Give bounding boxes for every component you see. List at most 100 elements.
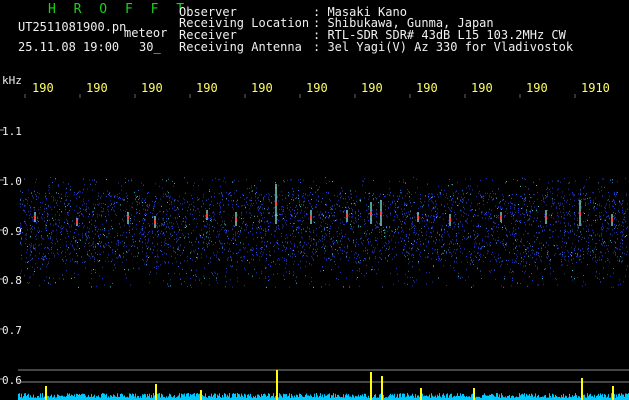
noise-pixel	[449, 208, 450, 210]
noise-pixel	[380, 193, 381, 195]
noise-pixel	[129, 215, 130, 217]
noise-pixel	[291, 215, 292, 217]
noise-pixel	[434, 216, 435, 217]
noise-pixel	[586, 225, 587, 227]
noise-pixel	[524, 256, 525, 257]
noise-pixel	[187, 256, 188, 258]
signal-bar	[294, 395, 295, 400]
noise-pixel	[420, 194, 421, 195]
noise-pixel	[355, 244, 356, 246]
noise-pixel	[609, 217, 610, 219]
noise-pixel	[593, 202, 594, 204]
noise-pixel	[219, 233, 220, 235]
noise-pixel	[531, 197, 532, 199]
noise-pixel	[457, 248, 458, 250]
noise-pixel	[438, 257, 439, 259]
signal-bar	[21, 393, 22, 400]
noise-pixel	[338, 278, 339, 280]
noise-pixel	[490, 214, 491, 216]
noise-pixel	[304, 249, 305, 251]
noise-pixel	[520, 186, 521, 187]
noise-pixel	[110, 200, 111, 202]
noise-pixel	[458, 226, 459, 228]
noise-pixel	[44, 211, 45, 213]
noise-pixel	[177, 200, 178, 202]
noise-pixel	[148, 240, 149, 242]
noise-pixel	[381, 231, 382, 233]
noise-pixel	[622, 212, 623, 214]
noise-pixel	[148, 238, 149, 240]
noise-pixel	[599, 191, 600, 193]
noise-pixel	[331, 259, 332, 261]
noise-pixel	[522, 197, 523, 199]
noise-pixel	[352, 216, 353, 218]
noise-pixel	[497, 207, 498, 209]
noise-pixel	[275, 286, 276, 288]
noise-pixel	[322, 198, 323, 200]
noise-pixel	[516, 245, 517, 247]
signal-bar	[622, 394, 623, 400]
noise-pixel	[462, 225, 463, 227]
noise-pixel	[588, 242, 589, 243]
noise-pixel	[608, 199, 609, 201]
noise-pixel	[113, 203, 114, 205]
noise-pixel	[349, 240, 350, 242]
noise-pixel	[349, 286, 350, 288]
noise-pixel	[35, 249, 36, 251]
noise-pixel	[542, 194, 543, 196]
noise-pixel	[174, 251, 175, 252]
noise-pixel	[99, 253, 100, 255]
noise-pixel	[53, 224, 54, 226]
noise-pixel	[322, 266, 323, 268]
signal-bar	[484, 393, 485, 400]
noise-pixel	[407, 283, 408, 285]
signal-bar	[380, 393, 381, 400]
noise-pixel	[322, 238, 323, 240]
signal-bar	[532, 394, 533, 400]
noise-pixel	[483, 198, 484, 200]
noise-pixel	[476, 256, 477, 258]
noise-pixel	[558, 188, 559, 190]
noise-pixel	[624, 213, 625, 215]
noise-pixel	[157, 254, 158, 256]
noise-pixel	[474, 243, 475, 245]
noise-pixel	[524, 178, 525, 180]
noise-pixel	[309, 228, 310, 230]
noise-pixel	[100, 234, 101, 236]
noise-pixel	[326, 203, 327, 205]
noise-pixel	[167, 244, 168, 246]
noise-pixel	[460, 277, 461, 279]
noise-pixel	[250, 205, 251, 207]
noise-pixel	[627, 208, 628, 210]
noise-pixel	[351, 197, 352, 199]
noise-pixel	[499, 202, 500, 204]
noise-pixel	[360, 213, 361, 215]
noise-pixel	[96, 181, 97, 183]
noise-pixel	[409, 234, 410, 236]
noise-pixel	[423, 204, 424, 206]
signal-bar	[597, 395, 598, 400]
noise-pixel	[209, 214, 210, 216]
signal-bar	[534, 396, 535, 400]
noise-pixel	[208, 237, 209, 239]
noise-pixel	[332, 255, 333, 257]
noise-pixel	[523, 261, 524, 263]
noise-pixel	[269, 254, 270, 256]
noise-pixel	[534, 201, 535, 202]
noise-pixel	[179, 250, 180, 251]
noise-pixel	[389, 226, 390, 228]
noise-pixel	[142, 228, 143, 230]
noise-pixel	[395, 203, 396, 205]
noise-pixel	[268, 280, 269, 281]
noise-pixel	[433, 207, 434, 209]
noise-pixel	[108, 233, 109, 235]
noise-pixel	[405, 182, 406, 184]
noise-pixel	[97, 216, 98, 218]
noise-pixel	[434, 195, 435, 197]
noise-pixel	[323, 244, 324, 246]
signal-bar	[338, 394, 339, 400]
noise-pixel	[553, 203, 554, 204]
noise-pixel	[279, 213, 280, 215]
noise-pixel	[525, 265, 526, 267]
noise-pixel	[137, 201, 138, 203]
